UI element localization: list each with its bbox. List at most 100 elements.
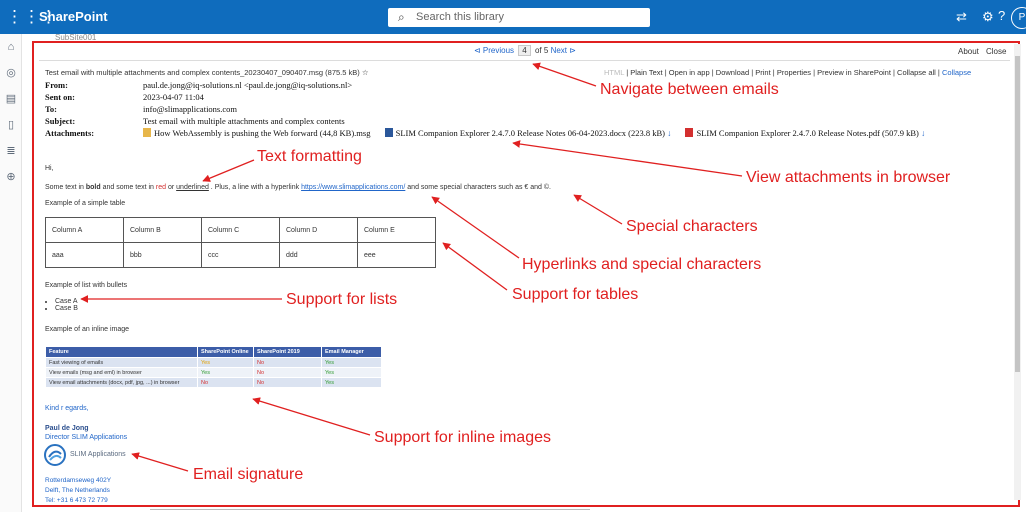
header-value-to: info@slimapplications.com [143, 104, 237, 114]
table-cell: No [253, 367, 322, 378]
formatted-line: Some text in bold and some text in red o… [45, 184, 551, 191]
action-open-in-app[interactable]: Open in app [669, 68, 710, 77]
bullet-list: Case A Case B [55, 298, 78, 312]
header-value-sent: 2023-04-07 11:04 [143, 92, 204, 102]
annotation-lists: Support for lists [286, 291, 398, 308]
gear-icon[interactable]: ⚙ [982, 8, 994, 26]
home-icon[interactable]: ⌂ [3, 39, 19, 55]
closing: Kind r egards, [45, 405, 89, 412]
action-plain-text[interactable]: Plain Text [630, 68, 662, 77]
header-value-from: paul.de.jong@iq-solutions.nl <paul.de.jo… [143, 80, 353, 90]
table-cell: No [253, 377, 322, 388]
download-icon[interactable]: ↓ [921, 128, 925, 138]
annotation-special-chars: Special characters [626, 218, 758, 235]
attachment-pdf[interactable]: SLIM Companion Explorer 2.4.7.0 Release … [685, 128, 925, 138]
lists-icon[interactable]: ≣ [3, 143, 19, 159]
about-link[interactable]: About [958, 47, 979, 56]
table-header: Email Manager [321, 346, 382, 358]
table-row: aaa bbb ccc ddd eee [45, 242, 436, 268]
share-icon[interactable]: ⇄ [956, 8, 967, 26]
action-download[interactable]: Download [716, 68, 749, 77]
header-label-subject: Subject: [45, 116, 76, 126]
message-filename: Test email with multiple attachments and… [45, 68, 360, 77]
files-icon[interactable]: ▯ [3, 117, 19, 133]
header-label-sent: Sent on: [45, 92, 75, 102]
table-header: SharePoint Online [197, 346, 254, 358]
table-cell: View emails (msg and eml) in browser [45, 367, 198, 378]
header-label-to: To: [45, 104, 57, 114]
annotation-inline-images: Support for inline images [374, 429, 551, 446]
search-icon: ⌕ [398, 10, 405, 24]
envelope-icon [143, 128, 151, 137]
left-rail: ⌂ ◎ ▤ ▯ ≣ ⊕ [0, 34, 22, 512]
address-line: Rotterdamseweg 402Y [45, 477, 112, 484]
table-cell: Yes [321, 377, 382, 388]
table-row: Column A Column B Column C Column D Colu… [45, 217, 436, 243]
word-icon [384, 128, 393, 137]
previous-link[interactable]: ⊲ Previous [474, 46, 514, 55]
table-cell: Column A [45, 217, 124, 243]
table-header: SharePoint 2019 [253, 346, 322, 358]
app-launcher-icon[interactable]: ⋮⋮⋮ [6, 6, 57, 28]
attachment-list: How WebAssembly is pushing the Web forwa… [143, 128, 937, 138]
action-preview[interactable]: Preview in SharePoint [817, 68, 891, 77]
search-input[interactable]: Search this library [416, 11, 504, 23]
hyperlink[interactable]: https://www.slimapplications.com/ [301, 184, 405, 191]
action-bar: HTML | Plain Text | Open in app | Downlo… [604, 68, 972, 77]
table-cell: ddd [279, 242, 358, 268]
image-caption: Example of an inline image [45, 326, 130, 333]
list-item: Case A [55, 298, 78, 305]
annotation-signature: Email signature [193, 466, 304, 483]
inline-image-table: Feature SharePoint Online SharePoint 201… [45, 346, 382, 388]
action-html[interactable]: HTML [604, 68, 624, 77]
table-cell: Column E [357, 217, 436, 243]
email-navigation: ⊲ Previous 4 of 5 Next ⊳ [474, 45, 576, 56]
table-cell: Yes [197, 367, 254, 378]
header-label-from: From: [45, 80, 68, 90]
action-print[interactable]: Print [755, 68, 770, 77]
app-title[interactable]: SharePoint [39, 9, 108, 24]
table-cell: Column B [123, 217, 202, 243]
action-properties[interactable]: Properties [777, 68, 811, 77]
annotation-text-formatting: Text formatting [257, 148, 362, 165]
news-icon[interactable]: ▤ [3, 91, 19, 107]
next-link[interactable]: Next ⊳ [551, 46, 576, 55]
annotation-hyperlinks: Hyperlinks and special characters [522, 256, 762, 273]
list-caption: Example of list with bullets [45, 282, 128, 289]
annotation-view-attachments: View attachments in browser [746, 169, 951, 186]
globe-icon[interactable]: ◎ [3, 65, 19, 81]
search-box[interactable]: ⌕ Search this library [388, 8, 650, 27]
annotation-navigate: Navigate between emails [600, 81, 779, 98]
message-title: Test email with multiple attachments and… [45, 68, 369, 77]
page-input[interactable]: 4 [518, 45, 531, 56]
pdf-icon [685, 128, 694, 137]
table-row: View email attachments (docx, pdf, jpg, … [45, 377, 382, 388]
scrollbar-thumb[interactable] [1015, 56, 1020, 372]
action-collapse[interactable]: Collapse [942, 68, 971, 77]
table-cell: View email attachments (docx, pdf, jpg, … [45, 377, 198, 388]
attachment-docx[interactable]: SLIM Companion Explorer 2.4.7.0 Release … [384, 128, 671, 138]
company-logo-icon [44, 444, 66, 466]
header-value-subject: Test email with multiple attachments and… [143, 116, 345, 126]
action-collapse-all[interactable]: Collapse all [897, 68, 936, 77]
table-header: Feature [45, 346, 198, 358]
table-cell: eee [357, 242, 436, 268]
table-cell: No [253, 357, 322, 368]
avatar[interactable]: P [1011, 7, 1026, 29]
close-link[interactable]: Close [986, 47, 1006, 56]
table-row: Feature SharePoint Online SharePoint 201… [45, 346, 382, 358]
star-icon[interactable]: ☆ [362, 68, 369, 77]
address-line: Tel: +31 6 473 72 779 [45, 497, 108, 504]
help-icon[interactable]: ? [998, 7, 1005, 25]
table-cell: Yes [321, 357, 382, 368]
table-cell: ccc [201, 242, 280, 268]
create-icon[interactable]: ⊕ [3, 169, 19, 185]
page-count: of 5 [534, 46, 549, 55]
header-label-attachments: Attachments: [45, 128, 95, 138]
download-icon[interactable]: ↓ [667, 128, 671, 138]
simple-table: Column A Column B Column C Column D Colu… [45, 217, 436, 268]
attachment-msg[interactable]: How WebAssembly is pushing the Web forwa… [143, 128, 370, 138]
list-item: Case B [55, 305, 78, 312]
table-cell: Column D [279, 217, 358, 243]
table-cell: Yes [197, 357, 254, 368]
